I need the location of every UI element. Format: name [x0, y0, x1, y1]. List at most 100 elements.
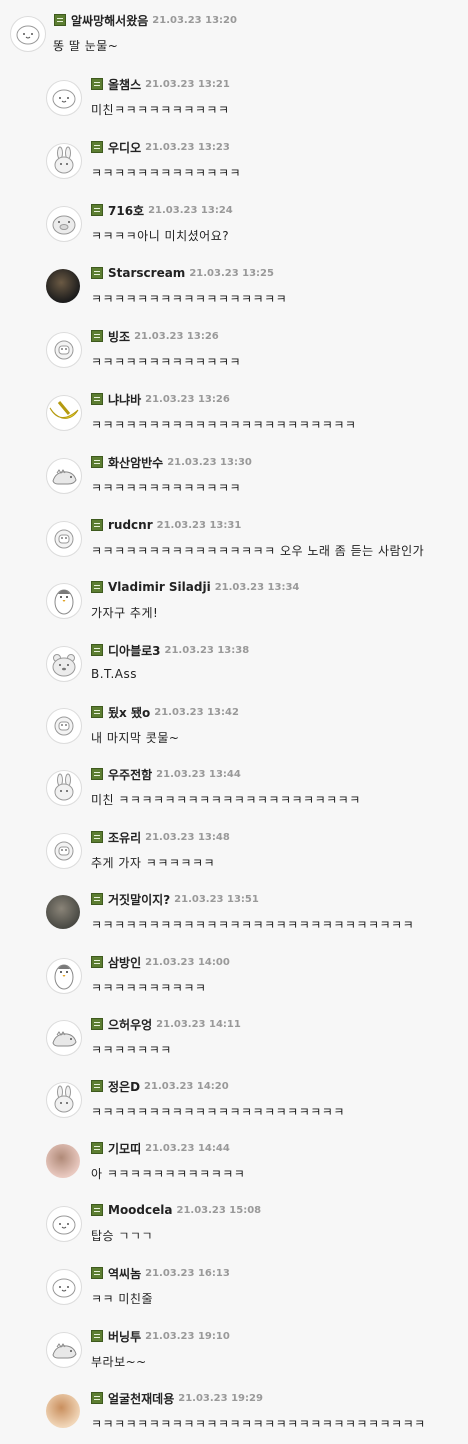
comment-item: 우디오 21.03.23 13:23 ㅋㅋㅋㅋㅋㅋㅋㅋㅋㅋㅋㅋㅋ	[0, 133, 468, 193]
photo-avatar[interactable]	[46, 1144, 80, 1178]
nickname[interactable]: 기모띠	[108, 1140, 141, 1157]
banana-icon[interactable]	[46, 395, 82, 431]
level-icon	[91, 267, 103, 279]
comment-meta: 삼방인 21.03.23 14:00	[91, 954, 230, 970]
comment-date: 21.03.23 13:20	[152, 14, 237, 26]
nickname[interactable]: 우디오	[108, 139, 141, 156]
comment-date: 21.03.23 15:08	[176, 1204, 262, 1216]
comment-item: 화산암반수 21.03.23 13:30 ㅋㅋㅋㅋㅋㅋㅋㅋㅋㅋㅋㅋㅋ	[0, 448, 468, 508]
level-icon	[91, 330, 103, 342]
comment-date: 21.03.23 14:11	[156, 1018, 241, 1030]
level-icon	[91, 956, 103, 968]
level-icon	[91, 1267, 103, 1279]
comment-meta: 디아블로3 21.03.23 13:38	[91, 642, 249, 658]
comment-text: 미친ㅋㅋㅋㅋㅋㅋㅋㅋㅋㅋ	[91, 103, 230, 117]
photo-avatar[interactable]	[46, 269, 80, 303]
nickname[interactable]: 화산암반수	[108, 454, 163, 471]
nickname[interactable]: 역씨놈	[108, 1265, 141, 1282]
comment-item: 얼굴천재데용 21.03.23 19:29 ㅋㅋㅋㅋㅋㅋㅋㅋㅋㅋㅋㅋㅋㅋㅋㅋㅋㅋㅋㅋ…	[0, 1384, 468, 1444]
nickname[interactable]: 정은D	[108, 1078, 140, 1095]
photo-avatar[interactable]	[46, 1394, 80, 1428]
nickname[interactable]: Vladimir Siladji	[108, 580, 211, 594]
nickname[interactable]: Moodcela	[108, 1203, 172, 1217]
blob-face-icon[interactable]	[10, 16, 46, 52]
comment-meta: 화산암반수 21.03.23 13:30	[91, 454, 252, 470]
comment-date: 21.03.23 13:26	[134, 330, 219, 342]
comment-text: 미친 ㅋㅋㅋㅋㅋㅋㅋㅋㅋㅋㅋㅋㅋㅋㅋㅋㅋㅋㅋㅋㅋ	[91, 793, 361, 807]
pig-face-icon[interactable]	[46, 206, 82, 242]
comment-date: 21.03.23 13:44	[156, 768, 241, 780]
comment-text: ㅋㅋㅋㅋㅋㅋㅋㅋㅋㅋㅋㅋㅋㅋㅋㅋㅋㅋㅋㅋㅋㅋ	[91, 1105, 345, 1119]
sheep-face-icon[interactable]	[46, 708, 82, 744]
sheep-face-icon[interactable]	[46, 833, 82, 869]
comment-item: Moodcela 21.03.23 15:08 탑승 ㄱㄱㄱ	[0, 1196, 468, 1256]
nickname[interactable]: 냐냐바	[108, 391, 141, 408]
comment-meta: 거짓말이지? 21.03.23 13:51	[91, 891, 259, 907]
sheep-face-icon[interactable]	[46, 332, 82, 368]
level-icon	[91, 1080, 103, 1092]
comment-date: 21.03.23 14:00	[145, 956, 230, 968]
comment-date: 21.03.23 13:34	[214, 581, 300, 593]
sheep-face-icon[interactable]	[46, 521, 82, 557]
nickname[interactable]: Starscream	[108, 266, 185, 280]
dino-icon[interactable]	[46, 1020, 82, 1056]
bear-face-icon[interactable]	[46, 646, 82, 682]
penguin-icon[interactable]	[46, 583, 82, 619]
level-icon	[91, 393, 103, 405]
level-icon	[91, 1142, 103, 1154]
level-icon	[91, 78, 103, 90]
comment-item: Vladimir Siladji 21.03.23 13:34 가자구 추게!	[0, 573, 468, 633]
comment-text: 추게 가자 ㅋㅋㅋㅋㅋㅋ	[91, 856, 216, 870]
nickname[interactable]: 716호	[108, 202, 144, 219]
level-icon	[54, 14, 66, 26]
level-icon	[91, 141, 103, 153]
comment-item: 역씨놈 21.03.23 16:13 ㅋㅋ 미친줄	[0, 1259, 468, 1319]
comment-meta: rudcnr 21.03.23 13:31	[91, 517, 241, 533]
dino-icon[interactable]	[46, 458, 82, 494]
comment-item: 디아블로3 21.03.23 13:38 B.T.Ass	[0, 636, 468, 696]
blob-face-icon[interactable]	[46, 1269, 82, 1305]
comment-date: 21.03.23 13:25	[189, 267, 274, 279]
comment-text: 탑승 ㄱㄱㄱ	[91, 1229, 154, 1243]
comment-text: ㅋㅋㅋㅋㅋㅋㅋㅋㅋㅋㅋㅋㅋㅋㅋㅋㅋㅋㅋㅋㅋㅋㅋㅋㅋㅋㅋㅋ	[91, 918, 415, 932]
comment-meta: Vladimir Siladji 21.03.23 13:34	[91, 579, 299, 595]
comment-item: 우주전함 21.03.23 13:44 미친 ㅋㅋㅋㅋㅋㅋㅋㅋㅋㅋㅋㅋㅋㅋㅋㅋㅋㅋㅋ…	[0, 760, 468, 820]
comment-date: 21.03.23 13:48	[145, 831, 230, 843]
nickname[interactable]: 버닝투	[108, 1328, 141, 1345]
blob-face-icon[interactable]	[46, 1206, 82, 1242]
nickname[interactable]: 으허우엉	[108, 1016, 152, 1033]
rabbit-face-icon[interactable]	[46, 143, 82, 179]
nickname[interactable]: 됬x 됐o	[108, 704, 150, 721]
comment-date: 21.03.23 13:24	[148, 204, 233, 216]
comment-text: ㅋㅋㅋㅋㅋㅋㅋㅋㅋㅋㅋㅋㅋ	[91, 166, 242, 180]
nickname[interactable]: 거짓말이지?	[108, 891, 170, 908]
nickname[interactable]: 알싸망해서왔음	[71, 12, 148, 29]
comment-date: 21.03.23 16:13	[145, 1267, 230, 1279]
nickname[interactable]: 삼방인	[108, 954, 141, 971]
level-icon	[91, 1330, 103, 1342]
rabbit-face-icon[interactable]	[46, 770, 82, 806]
nickname[interactable]: rudcnr	[108, 518, 153, 532]
comment-text: ㅋㅋ 미친줄	[91, 1292, 154, 1306]
nickname[interactable]: 얼굴천재데용	[108, 1390, 174, 1407]
comment-item: 알싸망해서왔음 21.03.23 13:20 똥 딸 눈물~	[0, 6, 468, 66]
comment-meta: 냐냐바 21.03.23 13:26	[91, 391, 230, 407]
comment-text: 내 마지막 콧물~	[91, 731, 180, 745]
comment-meta: 버닝투 21.03.23 19:10	[91, 1328, 230, 1344]
blob-face-icon[interactable]	[46, 80, 82, 116]
photo-avatar[interactable]	[46, 895, 80, 929]
rabbit-face-icon[interactable]	[46, 1082, 82, 1118]
comment-date: 21.03.23 13:21	[145, 78, 230, 90]
penguin-icon[interactable]	[46, 958, 82, 994]
nickname[interactable]: 우주전함	[108, 766, 152, 783]
nickname[interactable]: 조유리	[108, 829, 141, 846]
comment-date: 21.03.23 13:30	[167, 456, 252, 468]
comment-meta: 716호 21.03.23 13:24	[91, 202, 233, 218]
nickname[interactable]: 빙조	[108, 328, 130, 345]
nickname[interactable]: 디아블로3	[108, 642, 161, 659]
comment-date: 21.03.23 13:26	[145, 393, 230, 405]
comment-text: ㅋㅋㅋㅋㅋㅋㅋㅋㅋㅋ	[91, 981, 207, 995]
nickname[interactable]: 올챔스	[108, 76, 141, 93]
dino-icon[interactable]	[46, 1332, 82, 1368]
comment-item: 조유리 21.03.23 13:48 추게 가자 ㅋㅋㅋㅋㅋㅋ	[0, 823, 468, 883]
